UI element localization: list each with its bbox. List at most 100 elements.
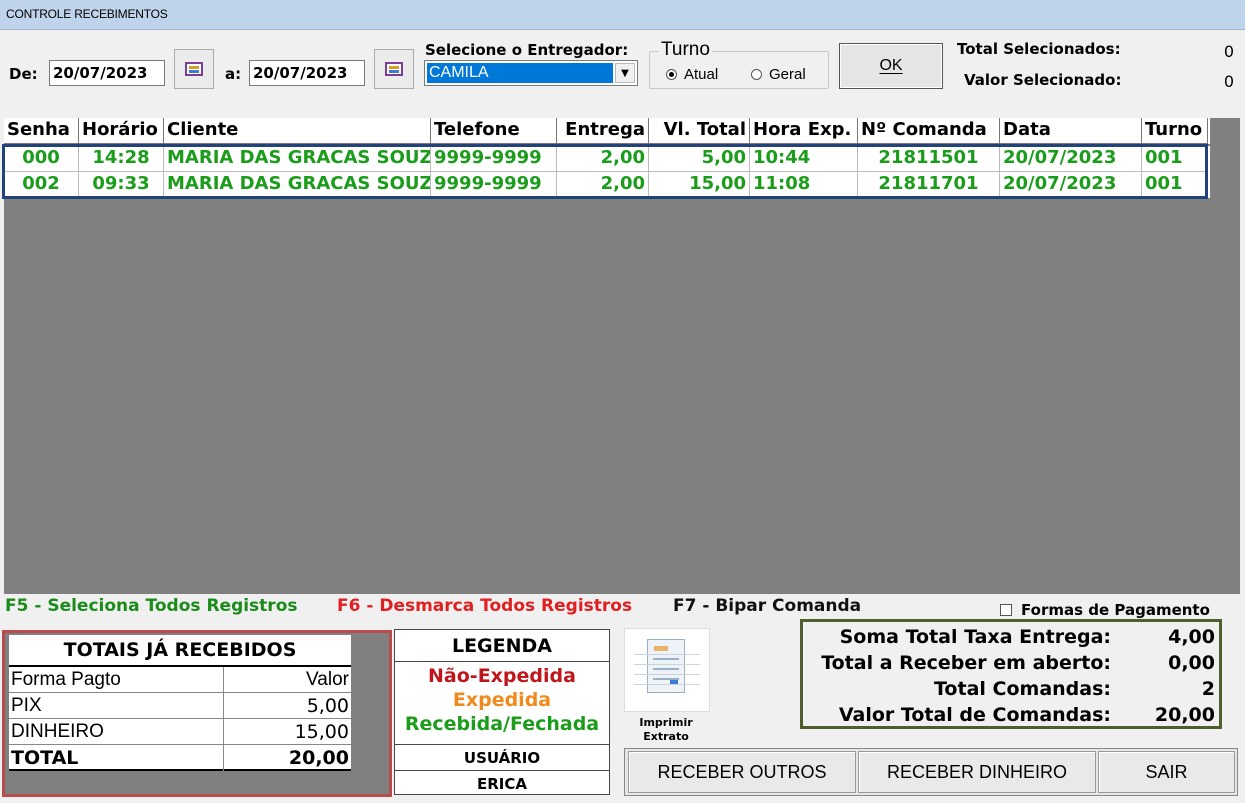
legend-not-dispatched: Não-Expedida [428,665,576,687]
print-statement-button[interactable] [624,628,710,712]
exit-button[interactable]: SAIR [1098,751,1235,793]
cell-hora-exp: 11:08 [750,172,858,198]
column-header[interactable]: Data [1000,118,1142,144]
cell-senha: 000 [4,146,79,172]
column-header[interactable]: Nº Comanda [858,118,1000,144]
title-bar: CONTROLE RECEBIMENTOS [0,0,1245,30]
ok-button[interactable]: OK [839,43,943,89]
column-header[interactable]: Cliente [164,118,431,144]
cell-telefone: 9999-9999 [431,172,557,198]
shift-group-label: Turno [659,39,712,61]
value-cell: 15,00 [294,721,349,743]
radio-selected-icon[interactable] [666,69,677,80]
summary-value: 4,00 [1168,626,1215,648]
from-date-picker-button[interactable] [174,49,214,89]
summary-panel: Soma Total Taxa Entrega: 4,00 Total a Re… [800,619,1222,729]
column-header[interactable]: Horário [79,118,164,144]
payment-forms-checkbox[interactable]: Formas de Pagamento [1000,601,1210,619]
summary-row: Total a Receber em aberto: 0,00 [803,650,1219,676]
column-header[interactable]: Hora Exp. [750,118,858,144]
summary-label: Total a Receber em aberto: [821,652,1111,674]
legend-dispatched: Expedida [452,689,552,711]
cell-data: 20/07/2023 [1000,146,1142,172]
user-label: USUÁRIO [395,744,609,770]
column-header[interactable]: Senha [4,118,79,144]
legend-received: Recebida/Fechada [404,713,600,735]
cell-horario: 14:28 [79,146,164,172]
shift-option-label: Atual [684,66,719,83]
column-header[interactable]: Vl. Total [649,118,750,144]
orders-grid[interactable]: Senha Horário Cliente Telefone Entrega V… [2,118,1240,594]
radio-unselected-icon[interactable] [751,69,762,80]
cell-vl-total: 5,00 [649,146,750,172]
received-totals-title: TOTAIS JÁ RECEBIDOS [9,635,351,667]
shortcut-f7: F7 - Bipar Comanda [673,596,862,616]
table-row[interactable]: 002 09:33 MARIA DAS GRACAS SOUZA 9999-99… [4,172,1210,198]
receive-cash-button[interactable]: RECEBER DINHEIRO [858,751,1096,793]
summary-value: 0,00 [1168,652,1215,674]
received-totals-table: TOTAIS JÁ RECEBIDOS Forma Pagto Valor PI… [9,635,351,771]
column-header[interactable]: Entrega [557,118,649,144]
shift-option-label: Geral [769,66,806,83]
method-cell: PIX [11,695,42,716]
total-selected-value: 0 [1223,42,1234,61]
total-selected-label: Total Selecionados: [957,40,1121,58]
cell-comanda: 21811501 [858,146,1000,172]
cell-turno: 001 [1142,146,1208,172]
print-statement-label[interactable]: Imprimir Extrato [626,716,706,744]
column-header[interactable]: Turno [1142,118,1208,144]
legend-panel: LEGENDA Não-Expedida Expedida Recebida/F… [394,629,610,795]
cell-telefone: 9999-9999 [431,146,557,172]
legend-title: LEGENDA [395,630,609,662]
column-header[interactable]: Telefone [431,118,557,144]
courier-label: Selecione o Entregador: [425,41,629,59]
action-buttons-bar: RECEBER OUTROS RECEBER DINHEIRO SAIR [624,748,1238,796]
shortcut-f6: F6 - Desmarca Todos Registros [337,596,633,616]
cell-entrega: 2,00 [557,146,649,172]
to-date-picker-button[interactable] [374,49,414,89]
received-totals-total-row: TOTAL 20,00 [9,745,351,771]
cell-turno: 001 [1142,172,1208,198]
summary-label: Total Comandas: [934,678,1111,700]
received-totals-header: Forma Pagto Valor [9,667,351,693]
to-date-field[interactable] [249,60,365,86]
window-title: CONTROLE RECEBIMENTOS [6,7,168,21]
print-label-line1: Imprimir [639,716,693,729]
summary-row: Total Comandas: 2 [803,676,1219,702]
total-label: TOTAL [11,747,79,769]
cell-cliente: MARIA DAS GRACAS SOUZA [164,146,431,172]
received-totals-row: DINHEIRO 15,00 [9,719,351,745]
calendar-icon [185,62,203,76]
cell-vl-total: 15,00 [649,172,750,198]
cell-senha: 002 [4,172,79,198]
total-value: 20,00 [288,747,349,769]
value-cell: 5,00 [306,695,349,717]
grid-header: Senha Horário Cliente Telefone Entrega V… [4,118,1210,144]
checkbox-icon[interactable] [1000,604,1012,616]
chevron-down-icon[interactable]: ▼ [615,63,635,83]
print-label-line2: Extrato [643,730,689,743]
cell-cliente: MARIA DAS GRACAS SOUZA [164,172,431,198]
payment-forms-label: Formas de Pagamento [1021,601,1210,619]
courier-select[interactable]: CAMILA ▼ [424,60,638,86]
summary-label: Soma Total Taxa Entrega: [839,626,1111,648]
summary-row: Soma Total Taxa Entrega: 4,00 [803,624,1219,650]
table-row[interactable]: 000 14:28 MARIA DAS GRACAS SOUZA 9999-99… [4,146,1210,172]
shortcut-f5: F5 - Seleciona Todos Registros [5,596,298,616]
summary-label: Valor Total de Comandas: [838,704,1111,726]
shift-option-geral[interactable]: Geral [751,66,806,83]
user-name: ERICA [395,770,609,796]
received-totals-panel: TOTAIS JÁ RECEBIDOS Forma Pagto Valor PI… [2,630,392,797]
cell-hora-exp: 10:44 [750,146,858,172]
receive-others-button[interactable]: RECEBER OUTROS [628,751,856,793]
summary-row: Valor Total de Comandas: 20,00 [803,702,1219,728]
document-print-icon [634,639,700,693]
received-totals-row: PIX 5,00 [9,693,351,719]
cell-horario: 09:33 [79,172,164,198]
shift-option-atual[interactable]: Atual [666,66,718,83]
col-method-header: Forma Pagto [11,669,121,690]
from-date-label: De: [9,65,38,83]
from-date-field[interactable] [49,60,165,86]
courier-selected-value: CAMILA [427,63,613,83]
cell-comanda: 21811701 [858,172,1000,198]
